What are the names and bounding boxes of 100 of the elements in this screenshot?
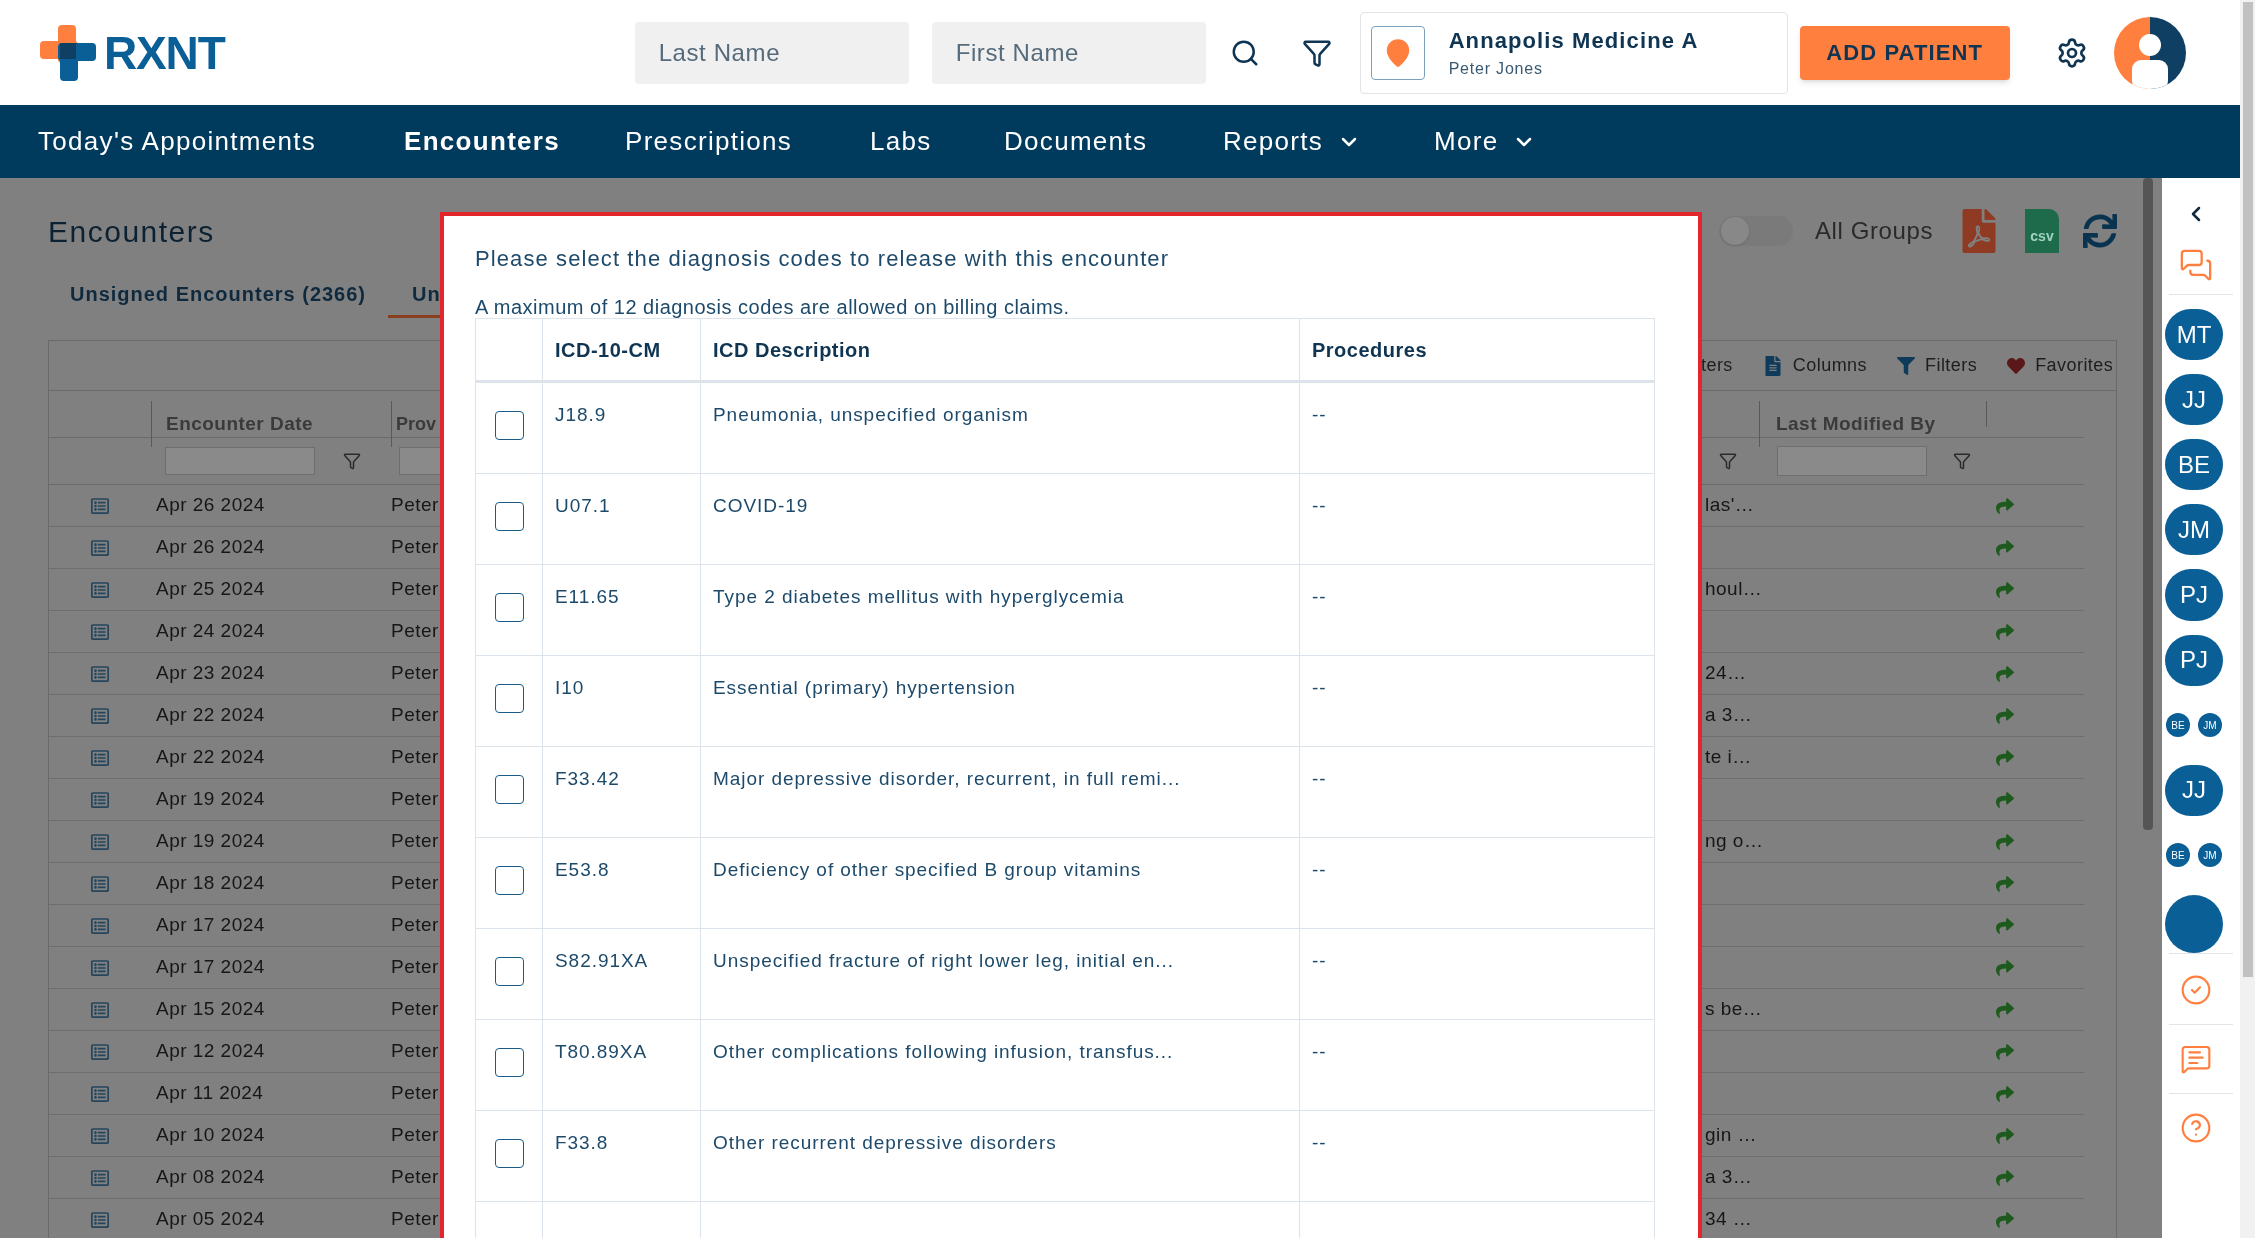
last-name-field[interactable]: Last Name — [634, 21, 909, 84]
forward-arrow-icon[interactable] — [1996, 1042, 2014, 1061]
list-icon[interactable] — [91, 538, 109, 557]
icd-description: Major depressive disorder, recurrent, in full remi... — [713, 768, 1181, 789]
procedures-value: -- — [1312, 768, 1327, 789]
user-avatar[interactable]: BE — [2165, 439, 2223, 491]
list-icon[interactable] — [91, 664, 109, 683]
icd-code: E53.8 — [555, 859, 610, 880]
add-patient-button[interactable]: ADD PATIENT — [1799, 25, 2010, 80]
forward-arrow-icon[interactable] — [1996, 1168, 2014, 1187]
row-checkbox[interactable] — [494, 411, 524, 440]
list-icon[interactable] — [91, 1210, 109, 1229]
list-icon[interactable] — [91, 706, 109, 725]
scrollbar-thumb[interactable] — [2242, 2, 2253, 977]
list-icon[interactable] — [91, 874, 109, 893]
row-checkbox[interactable] — [494, 684, 524, 713]
scrollbar-thumb[interactable] — [2143, 178, 2153, 830]
forward-arrow-icon[interactable] — [1996, 496, 2014, 515]
procedures-value: -- — [1312, 586, 1327, 607]
user-avatar[interactable]: JJ — [2165, 764, 2223, 816]
user-avatar[interactable]: MT — [2165, 309, 2223, 361]
message-icon[interactable] — [2180, 1043, 2212, 1075]
user-avatar[interactable]: JM — [2198, 843, 2222, 868]
icd-description: Essential (primary) hypertension — [713, 677, 1016, 698]
forward-arrow-icon[interactable] — [1996, 748, 2014, 767]
nav-tab[interactable]: Prescriptions — [625, 122, 793, 161]
list-icon[interactable] — [91, 1168, 109, 1187]
toolbar-label[interactable]: Favorites — [2035, 352, 2114, 379]
row-checkbox[interactable] — [494, 866, 524, 895]
user-avatar[interactable] — [2113, 16, 2186, 89]
toolbar-label[interactable]: ters — [1701, 352, 1733, 379]
user-avatar[interactable]: JJ — [2165, 374, 2223, 426]
user-avatar[interactable]: BE — [2166, 713, 2190, 738]
tasks-icon[interactable] — [2180, 974, 2212, 1006]
forward-arrow-icon[interactable] — [1996, 832, 2014, 851]
list-icon[interactable] — [91, 1000, 109, 1019]
forward-arrow-icon[interactable] — [1996, 916, 2014, 935]
list-icon[interactable] — [91, 790, 109, 809]
filter-field[interactable] — [1777, 446, 1927, 476]
list-icon[interactable] — [91, 832, 109, 851]
nav-tab[interactable]: Encounters — [404, 122, 561, 161]
first-name-field[interactable]: First Name — [931, 21, 1206, 84]
heart-icon — [2007, 356, 2026, 375]
nav-tab[interactable]: Labs — [870, 122, 932, 161]
row-checkbox[interactable] — [494, 502, 524, 531]
encounter-date: Apr 19 2024 — [156, 788, 265, 810]
forward-arrow-icon[interactable] — [1996, 538, 2014, 557]
all-groups-toggle[interactable] — [1718, 216, 1793, 246]
list-icon[interactable] — [91, 748, 109, 767]
forward-arrow-icon[interactable] — [1996, 706, 2014, 725]
icd-code: F33.42 — [555, 768, 620, 789]
row-checkbox[interactable] — [494, 593, 524, 622]
row-checkbox[interactable] — [494, 1048, 524, 1077]
forward-arrow-icon[interactable] — [1996, 664, 2014, 683]
row-checkbox[interactable] — [494, 957, 524, 986]
list-icon[interactable] — [91, 1042, 109, 1061]
nav-tab[interactable]: More — [1434, 122, 1499, 161]
list-icon[interactable] — [91, 1126, 109, 1145]
encounter-tab[interactable]: Unsigned Encounters (2366) — [48, 272, 388, 318]
forward-arrow-icon[interactable] — [1996, 790, 2014, 809]
csv-file-icon[interactable]: csv — [2025, 209, 2059, 253]
note-text: houl… — [1705, 578, 1763, 600]
provider-name: Peter — [391, 494, 439, 516]
column-header: ICD Description — [713, 337, 871, 363]
row-checkbox[interactable] — [494, 1139, 524, 1168]
user-avatar[interactable]: BE — [2166, 843, 2190, 868]
help-icon[interactable] — [2180, 1112, 2212, 1144]
forward-arrow-icon[interactable] — [1996, 1126, 2014, 1145]
encounter-date: Apr 19 2024 — [156, 830, 265, 852]
chat-icon[interactable] — [2179, 248, 2213, 282]
list-icon[interactable] — [91, 496, 109, 515]
procedures-value: -- — [1312, 495, 1327, 516]
user-avatar[interactable] — [2165, 895, 2223, 953]
forward-arrow-icon[interactable] — [1996, 622, 2014, 641]
forward-arrow-icon[interactable] — [1996, 1084, 2014, 1103]
nav-tab[interactable]: Documents — [1004, 122, 1148, 161]
user-avatar[interactable]: PJ — [2165, 569, 2223, 621]
nav-tab[interactable]: Reports — [1223, 122, 1324, 161]
list-icon[interactable] — [91, 580, 109, 599]
user-avatar[interactable]: PJ — [2165, 634, 2223, 686]
forward-arrow-icon[interactable] — [1996, 1000, 2014, 1019]
toolbar-label[interactable]: Filters — [1925, 352, 1978, 379]
nav-tab[interactable]: Today's Appointments — [38, 122, 317, 161]
filter-field[interactable] — [165, 447, 315, 475]
location-selector[interactable]: Annapolis Medicine A Peter Jones — [1359, 11, 1788, 94]
filter-field[interactable] — [399, 447, 441, 475]
forward-arrow-icon[interactable] — [1996, 580, 2014, 599]
procedures-value: -- — [1312, 950, 1327, 971]
row-checkbox[interactable] — [494, 775, 524, 804]
list-icon[interactable] — [91, 1084, 109, 1103]
forward-arrow-icon[interactable] — [1996, 874, 2014, 893]
user-avatar[interactable]: JM — [2198, 713, 2222, 738]
toolbar-label[interactable]: Columns — [1792, 352, 1867, 379]
list-icon[interactable] — [91, 622, 109, 641]
user-avatar[interactable]: JM — [2165, 504, 2223, 556]
forward-arrow-icon[interactable] — [1996, 1210, 2014, 1229]
list-icon[interactable] — [91, 916, 109, 935]
refresh-icon[interactable] — [2083, 214, 2117, 248]
list-icon[interactable] — [91, 958, 109, 977]
forward-arrow-icon[interactable] — [1996, 958, 2014, 977]
